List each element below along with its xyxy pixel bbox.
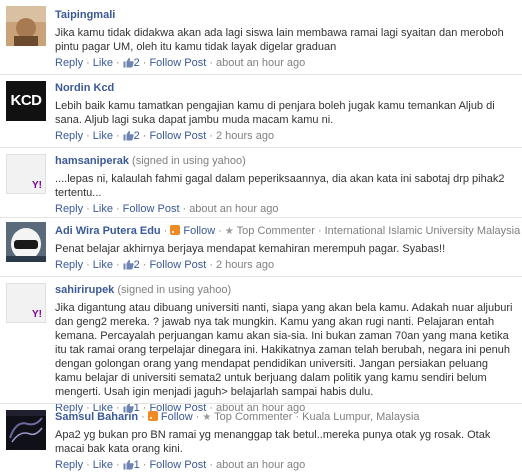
yahoo-icon: Y! [32, 309, 42, 320]
like-button[interactable]: Like [93, 203, 113, 215]
reply-button[interactable]: Reply [55, 203, 83, 215]
comment-text: Jika kamu tidak didakwa akan ada lagi si… [55, 27, 504, 53]
top-commenter-badge: Top Commenter [236, 225, 315, 237]
star-icon: ★ [224, 226, 234, 237]
avatar[interactable] [6, 410, 46, 450]
thumbs-up-icon [123, 130, 134, 141]
comment-hamsaniperak: Y! hamsaniperak (signed in using yahoo) … [0, 148, 522, 217]
signed-in-note: (signed in using yahoo) [132, 155, 246, 167]
comment-actions: Reply · Like · 1 · Follow Post · about an hour a… [55, 459, 306, 471]
top-commenter-badge: Top Commenter [214, 411, 293, 423]
comment-text: Jika digantung atau dibuang universiti n… [55, 302, 513, 398]
comment-nordin-kcd: KCD Nordin Kcd Lebih baik kamu tamatkan … [0, 75, 522, 147]
avatar[interactable] [6, 6, 46, 46]
comment-actions: Reply · Like · 2 · Follow Post · about an hour a… [55, 57, 306, 69]
avatar[interactable]: Y! [6, 283, 46, 323]
like-button[interactable]: Like [93, 259, 113, 271]
comment-actions: Reply · Like · 2 · Follow Post · 2 hours ago [55, 259, 275, 271]
like-count[interactable]: 2 [123, 130, 140, 142]
comment-adi-wira: Adi Wira Putera Edu · Follow · ★ Top Commen… [0, 218, 522, 276]
comment-sahirirupek: Y! sahirirupek (signed in using yahoo) J… [0, 277, 522, 414]
follow-post-button[interactable]: Follow Post [149, 259, 206, 271]
comment-text: Lebih baik kamu tamatkan pengajian kamu … [55, 100, 495, 126]
comment-actions: Reply · Like · Follow Post · about an hour ago [55, 203, 279, 215]
like-button[interactable]: Like [93, 130, 113, 142]
reply-button[interactable]: Reply [55, 259, 83, 271]
follow-button[interactable]: Follow [161, 411, 193, 423]
avatar[interactable]: Y! [6, 154, 46, 194]
reply-button[interactable]: Reply [55, 459, 83, 471]
avatar-logo-text: KCD [10, 92, 43, 109]
avatar[interactable]: KCD [6, 81, 46, 121]
follow-post-button[interactable]: Follow Post [123, 203, 180, 215]
comment-samsul-baharin: Samsul Baharin · Follow · ★ Top Commenter · K… [0, 404, 522, 476]
yahoo-icon: Y! [32, 180, 42, 191]
profile-photo-icon [6, 6, 46, 46]
reply-button[interactable]: Reply [55, 57, 83, 69]
avatar[interactable] [6, 222, 46, 262]
comment-actions: Reply · Like · 2 · Follow Post · 2 hours ago [55, 130, 275, 142]
like-count[interactable]: 2 [123, 57, 140, 69]
commenter-location: Kuala Lumpur, Malaysia [302, 411, 420, 423]
follow-post-button[interactable]: Follow Post [149, 130, 206, 142]
follow-post-button[interactable]: Follow Post [149, 459, 206, 471]
comment-header: hamsaniperak (signed in using yahoo) [55, 154, 514, 168]
reply-button[interactable]: Reply [55, 130, 83, 142]
helmet-photo-icon [6, 222, 46, 262]
timestamp[interactable]: 2 hours ago [216, 259, 274, 271]
rss-icon [170, 225, 181, 235]
thumbs-up-icon [123, 57, 134, 68]
timestamp[interactable]: 2 hours ago [216, 130, 274, 142]
commenter-location: International Islamic University Malaysi… [324, 225, 521, 237]
follow-button[interactable]: Follow [183, 225, 215, 237]
timestamp[interactable]: about an hour ago [189, 203, 278, 215]
comment-header: sahirirupek (signed in using yahoo) [55, 283, 514, 297]
comment-text: Apa2 yg bukan pro BN ramai yg menanggap … [55, 429, 491, 455]
comment-header: Adi Wira Putera Edu · Follow · ★ Top Commen… [55, 225, 521, 237]
comment-author[interactable]: Nordin Kcd [55, 82, 114, 94]
thumbs-up-icon [123, 259, 134, 270]
comment-author[interactable]: sahirirupek [55, 284, 114, 296]
timestamp[interactable]: about an hour ago [216, 57, 305, 69]
comment-author[interactable]: Adi Wira Putera Edu [55, 225, 161, 237]
like-button[interactable]: Like [93, 57, 113, 69]
like-count[interactable]: 1 [123, 459, 140, 471]
comment-text: Penat belajar akhirnya berjaya mendapat … [55, 243, 446, 255]
star-icon: ★ [202, 412, 212, 423]
comment-header: Nordin Kcd [55, 81, 514, 95]
like-count[interactable]: 2 [123, 259, 140, 271]
rss-icon [147, 411, 158, 421]
comment-author[interactable]: hamsaniperak [55, 155, 129, 167]
signed-in-note: (signed in using yahoo) [117, 284, 232, 296]
thumbs-up-icon [123, 459, 134, 470]
follow-post-button[interactable]: Follow Post [149, 57, 206, 69]
like-button[interactable]: Like [93, 459, 113, 471]
comment-header: Samsul Baharin · Follow · ★ Top Commenter · K… [55, 411, 420, 423]
comment-author[interactable]: Samsul Baharin [55, 411, 138, 423]
timestamp[interactable]: about an hour ago [216, 459, 305, 471]
guitar-logo-icon [6, 410, 46, 450]
comment-text: ....lepas ni, kalaulah fahmi gagal dalam… [55, 173, 505, 199]
comment-header: Taipingmali [55, 8, 514, 22]
comment-author[interactable]: Taipingmali [55, 9, 115, 21]
comment-taipingmali: Taipingmali Jika kamu tidak didakwa akan… [0, 0, 522, 74]
